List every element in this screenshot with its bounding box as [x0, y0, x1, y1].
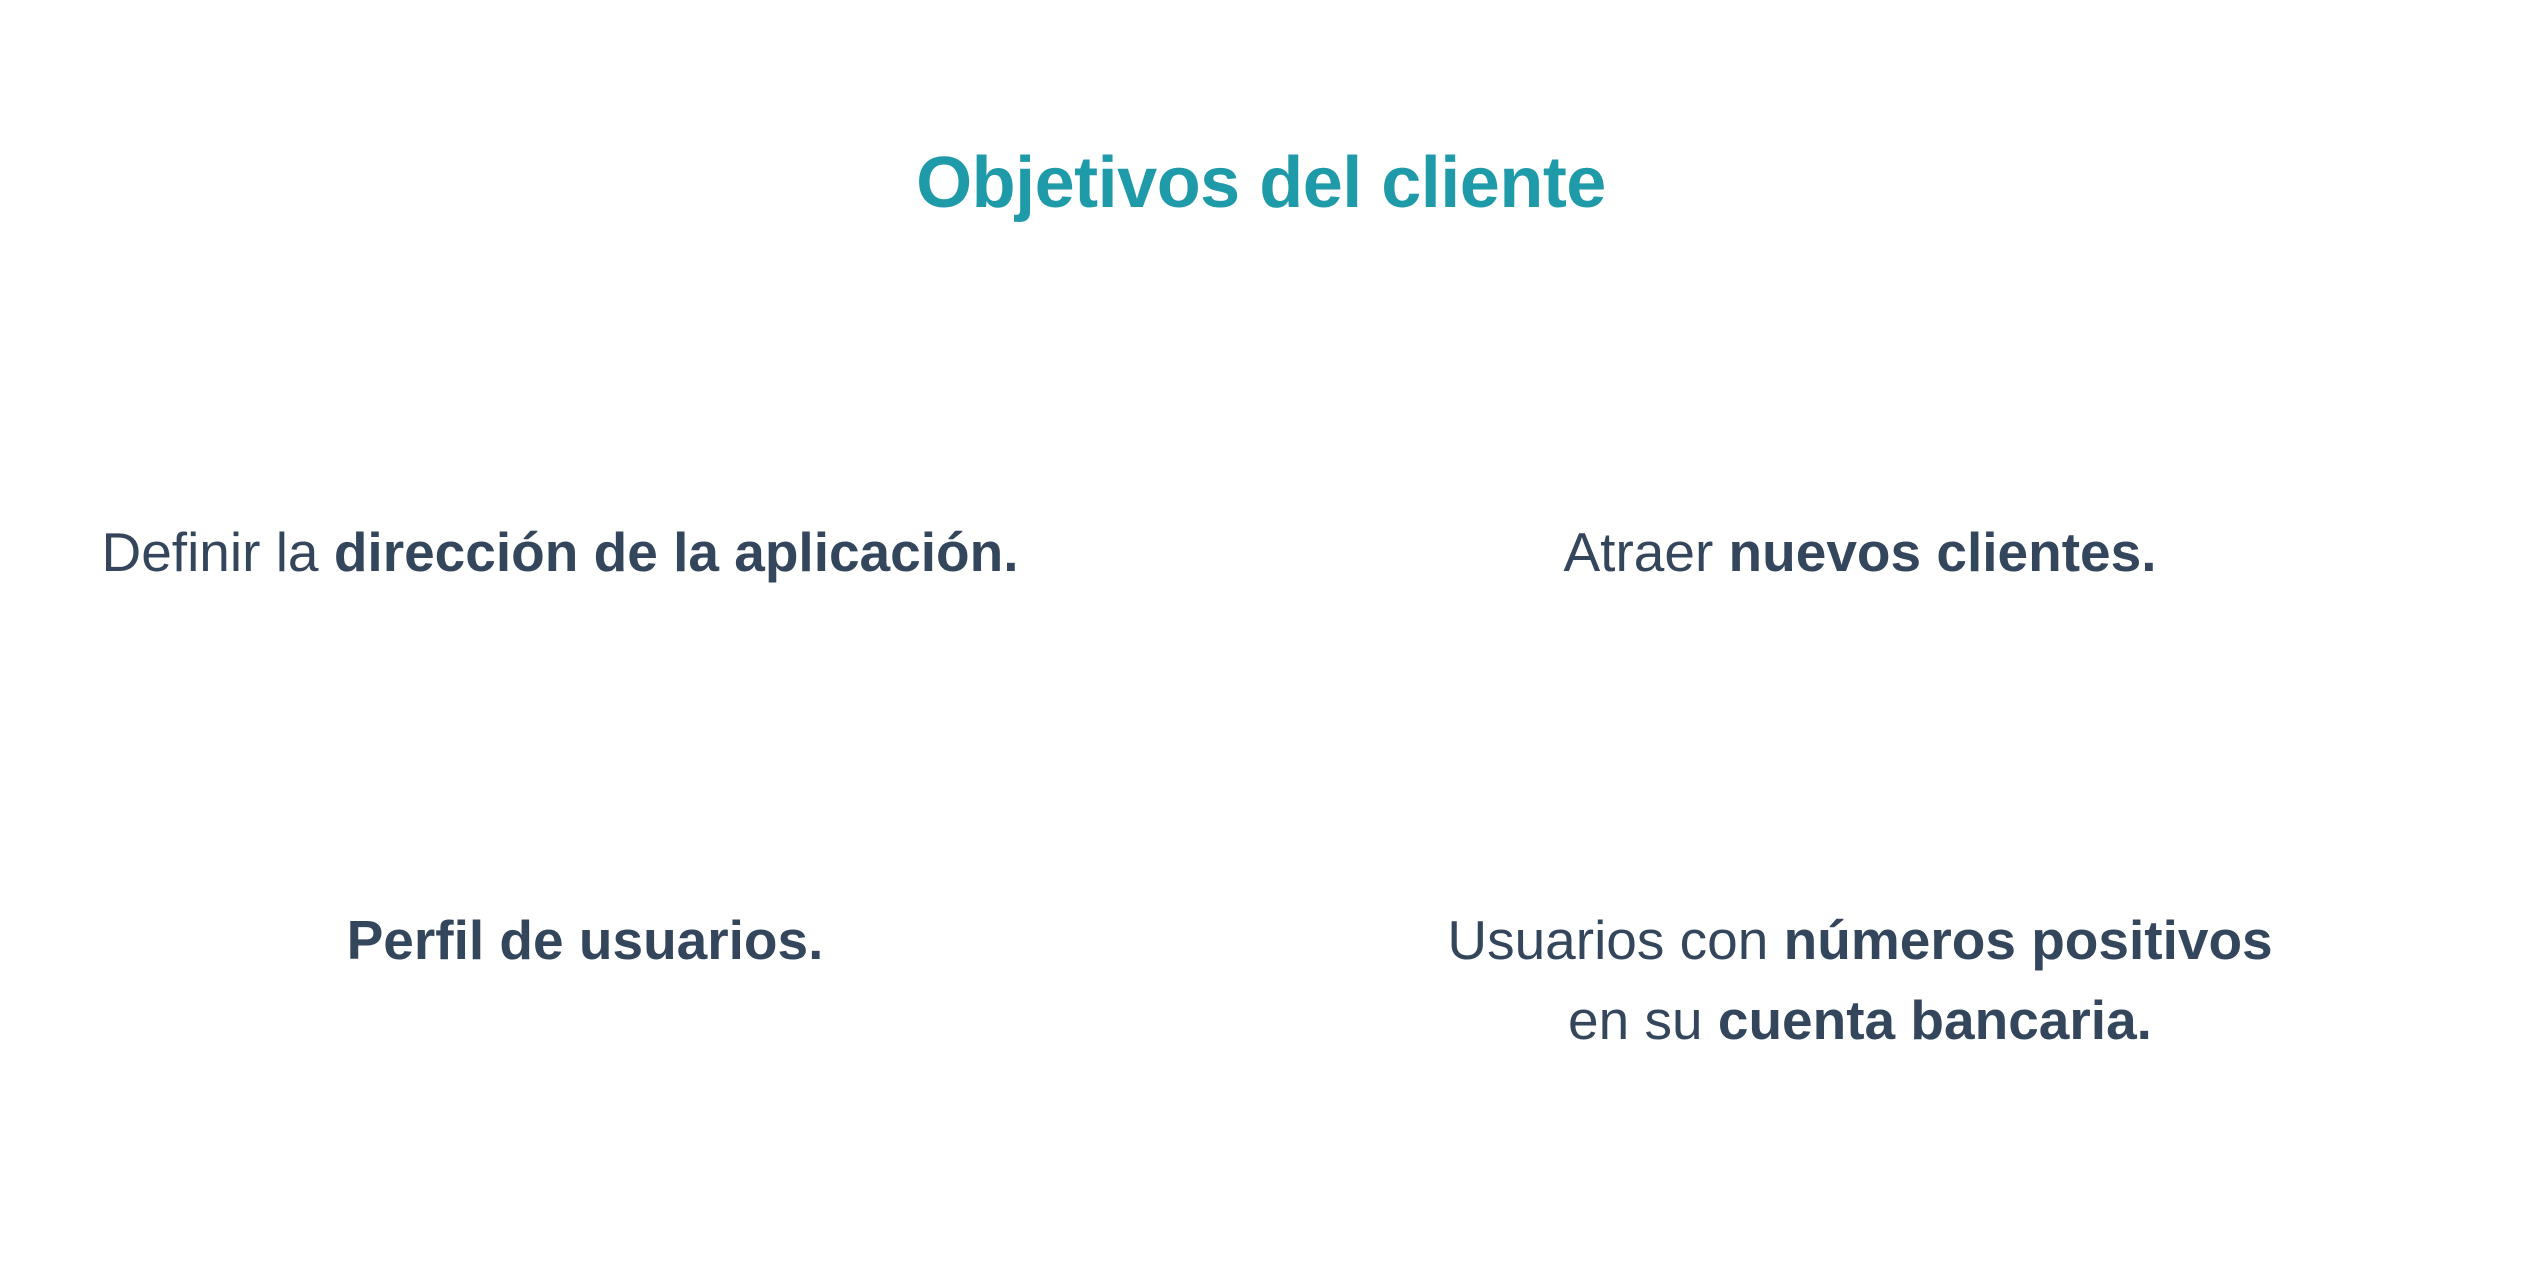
goal-text-light: en su — [1568, 989, 1718, 1051]
goal-line-2: en su cuenta bancaria. — [1310, 980, 2410, 1060]
goal-line-1: Usuarios con números positivos — [1310, 900, 2410, 980]
goal-text-bold: dirección de la aplicación. — [333, 521, 1019, 583]
goal-item-app-direction: Definir la dirección de la aplicación. — [20, 512, 1100, 592]
goal-text-bold: Perfil de usuarios. — [346, 909, 824, 971]
goal-item-positive-balance: Usuarios con números positivos en su cue… — [1310, 900, 2410, 1060]
goal-text-light: Atraer — [1563, 521, 1729, 583]
goal-text-light: Usuarios con — [1447, 909, 1784, 971]
goal-item-user-profile: Perfil de usuarios. — [80, 900, 1090, 980]
slide: Objetivos del cliente Definir la direcci… — [0, 0, 2522, 1264]
goal-text-light: Definir la — [101, 521, 334, 583]
goal-text-bold: cuenta bancaria. — [1717, 989, 2152, 1051]
goal-text-bold: números positivos — [1783, 909, 2273, 971]
goal-text-bold: nuevos clientes. — [1728, 521, 2157, 583]
slide-title: Objetivos del cliente — [916, 143, 1606, 223]
goal-item-new-clients: Atraer nuevos clientes. — [1310, 512, 2410, 592]
